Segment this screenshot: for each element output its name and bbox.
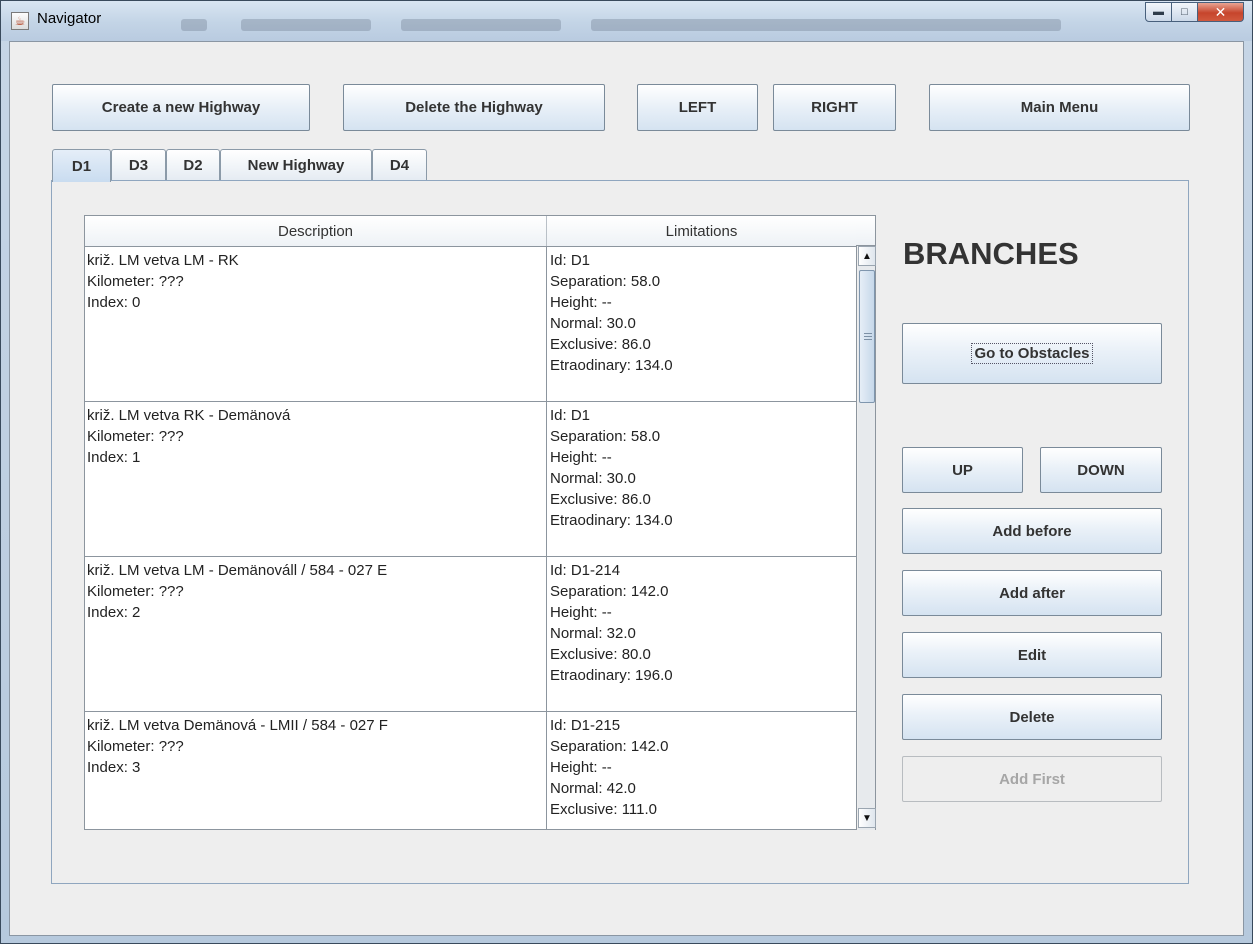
title-bar[interactable]: ☕ Navigator ▬ □ ✕ <box>1 1 1252 41</box>
add-before-button[interactable]: Add before <box>902 508 1162 554</box>
branch-kilometer: Kilometer: ??? <box>87 737 184 755</box>
background-blur-decoration <box>181 19 207 31</box>
limit-height: Height: -- <box>550 758 612 776</box>
go-to-obstacles-button[interactable]: Go to Obstacles <box>902 323 1162 384</box>
scrollbar-grip-icon <box>864 333 872 334</box>
limit-exclusive: Exclusive: 80.0 <box>550 645 651 663</box>
limit-separation: Separation: 58.0 <box>550 427 661 445</box>
limit-normal: Normal: 30.0 <box>550 469 636 487</box>
branch-kilometer: Kilometer: ??? <box>87 582 184 600</box>
limit-height: Height: -- <box>550 448 612 466</box>
delete-branch-button[interactable]: Delete <box>902 694 1162 740</box>
column-header-description[interactable]: Description <box>85 216 547 246</box>
tab-d1[interactable]: D1 <box>52 149 111 182</box>
limit-normal: Normal: 42.0 <box>550 779 636 797</box>
column-header-limitations[interactable]: Limitations <box>547 216 856 246</box>
add-after-button[interactable]: Add after <box>902 570 1162 616</box>
limit-id: Id: D1 <box>550 252 591 269</box>
limit-separation: Separation: 142.0 <box>550 737 669 755</box>
tab-d2[interactable]: D2 <box>166 149 220 181</box>
scroll-down-arrow-icon[interactable]: ▼ <box>858 808 876 828</box>
limit-height: Height: -- <box>550 293 612 311</box>
description-cell: križ. LM vetva Demänová - LMII / 584 - 0… <box>85 712 547 829</box>
description-cell: križ. LM vetva RK - Demänová Kilometer: … <box>85 402 547 556</box>
right-button[interactable]: RIGHT <box>773 84 896 131</box>
branch-name: križ. LM vetva Demänová - LMII / 584 - 0… <box>87 717 388 734</box>
vertical-scrollbar[interactable]: ▲ ▼ <box>858 246 876 830</box>
table-row[interactable]: križ. LM vetva LM - Demänováll / 584 - 0… <box>85 557 856 712</box>
limitations-cell: Id: D1-215 Separation: 142.0 Height: -- … <box>547 712 856 829</box>
table-row[interactable]: križ. LM vetva Demänová - LMII / 584 - 0… <box>85 712 856 829</box>
limit-normal: Normal: 32.0 <box>550 624 636 642</box>
branch-name: križ. LM vetva LM - Demänováll / 584 - 0… <box>87 562 388 579</box>
branch-index: Index: 0 <box>87 293 141 311</box>
add-first-button[interactable]: Add First <box>902 756 1162 802</box>
limit-exclusive: Exclusive: 111.0 <box>550 800 657 818</box>
limit-extraordinary: Etraodinary: 134.0 <box>550 356 673 374</box>
table-header: Description Limitations <box>85 216 856 247</box>
go-to-obstacles-label: Go to Obstacles <box>971 343 1093 364</box>
background-blur-decoration <box>591 19 1061 31</box>
maximize-icon[interactable]: □ <box>1172 2 1198 22</box>
description-cell: križ. LM vetva LM - RK Kilometer: ??? In… <box>85 247 547 401</box>
tab-new-highway[interactable]: New Highway <box>220 149 372 181</box>
limit-exclusive: Exclusive: 86.0 <box>550 335 651 353</box>
scroll-up-arrow-icon[interactable]: ▲ <box>858 246 876 266</box>
limit-id: Id: D1 <box>550 407 591 424</box>
delete-highway-button[interactable]: Delete the Highway <box>343 84 605 131</box>
branch-name: križ. LM vetva RK - Demänová <box>87 407 291 424</box>
limit-id: Id: D1-214 <box>550 562 621 579</box>
up-button[interactable]: UP <box>902 447 1023 493</box>
scrollbar-thumb[interactable] <box>859 270 875 403</box>
java-app-icon: ☕ <box>11 12 29 30</box>
edit-button[interactable]: Edit <box>902 632 1162 678</box>
minimize-icon[interactable]: ▬ <box>1145 2 1172 22</box>
main-menu-button[interactable]: Main Menu <box>929 84 1190 131</box>
description-cell: križ. LM vetva LM - Demänováll / 584 - 0… <box>85 557 547 711</box>
background-blur-decoration <box>401 19 561 31</box>
create-highway-button[interactable]: Create a new Highway <box>52 84 310 131</box>
limit-extraordinary: Etraodinary: 134.0 <box>550 511 673 529</box>
branch-kilometer: Kilometer: ??? <box>87 427 184 445</box>
limit-separation: Separation: 142.0 <box>550 582 669 600</box>
down-button[interactable]: DOWN <box>1040 447 1162 493</box>
limit-normal: Normal: 30.0 <box>550 314 636 332</box>
tab-d3[interactable]: D3 <box>111 149 166 181</box>
background-blur-decoration <box>241 19 371 31</box>
branch-index: Index: 1 <box>87 448 141 466</box>
window-controls: ▬ □ ✕ <box>1145 2 1244 23</box>
branches-table[interactable]: Description Limitations križ. LM vetva L… <box>84 215 857 830</box>
branch-kilometer: Kilometer: ??? <box>87 272 184 290</box>
limit-id: Id: D1-215 <box>550 717 621 734</box>
limit-extraordinary: Etraodinary: 196.0 <box>550 666 673 684</box>
limitations-cell: Id: D1 Separation: 58.0 Height: -- Norma… <box>547 247 856 401</box>
close-icon[interactable]: ✕ <box>1198 2 1244 22</box>
table-header-corner <box>856 215 876 246</box>
branches-heading: BRANCHES <box>903 236 1079 271</box>
limit-separation: Separation: 58.0 <box>550 272 661 290</box>
branch-name: križ. LM vetva LM - RK <box>87 252 239 269</box>
limit-height: Height: -- <box>550 603 612 621</box>
left-button[interactable]: LEFT <box>637 84 758 131</box>
limitations-cell: Id: D1-214 Separation: 142.0 Height: -- … <box>547 557 856 711</box>
branch-index: Index: 2 <box>87 603 141 621</box>
table-row[interactable]: križ. LM vetva LM - RK Kilometer: ??? In… <box>85 247 856 402</box>
tab-d4[interactable]: D4 <box>372 149 427 181</box>
branch-index: Index: 3 <box>87 758 141 776</box>
window-title: Navigator <box>37 10 102 27</box>
limitations-cell: Id: D1 Separation: 58.0 Height: -- Norma… <box>547 402 856 556</box>
table-row[interactable]: križ. LM vetva RK - Demänová Kilometer: … <box>85 402 856 557</box>
limit-exclusive: Exclusive: 86.0 <box>550 490 651 508</box>
table-body: križ. LM vetva LM - RK Kilometer: ??? In… <box>85 247 856 829</box>
